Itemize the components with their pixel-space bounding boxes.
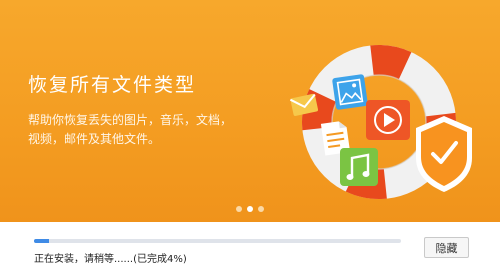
carousel-dots bbox=[236, 206, 264, 212]
carousel-dot[interactable] bbox=[258, 206, 264, 212]
image-icon bbox=[332, 74, 368, 110]
install-progress-bar bbox=[34, 239, 401, 243]
banner-description: 帮助你恢复丢失的图片，音乐，文档， 视频，邮件及其他文件。 bbox=[28, 111, 243, 149]
banner-description-line1: 帮助你恢复丢失的图片，音乐，文档， bbox=[28, 113, 233, 127]
hide-button[interactable]: 隐藏 bbox=[424, 237, 469, 258]
install-progress-fill bbox=[34, 239, 49, 243]
install-status-text: 正在安装，请稍等......(已完成4%) bbox=[34, 254, 187, 265]
promo-banner: 恢复所有文件类型 帮助你恢复丢失的图片，音乐，文档， 视频，邮件及其他文件。 bbox=[0, 0, 500, 222]
video-play-icon bbox=[366, 100, 410, 140]
banner-description-line2: 视频，邮件及其他文件。 bbox=[28, 132, 161, 146]
carousel-dot-active[interactable] bbox=[247, 206, 253, 212]
carousel-dot[interactable] bbox=[236, 206, 242, 212]
music-icon bbox=[340, 148, 378, 186]
recovery-illustration bbox=[289, 45, 472, 199]
install-footer: 正在安装，请稍等......(已完成4%) 隐藏 bbox=[0, 222, 500, 271]
banner-headline: 恢复所有文件类型 bbox=[28, 74, 197, 96]
